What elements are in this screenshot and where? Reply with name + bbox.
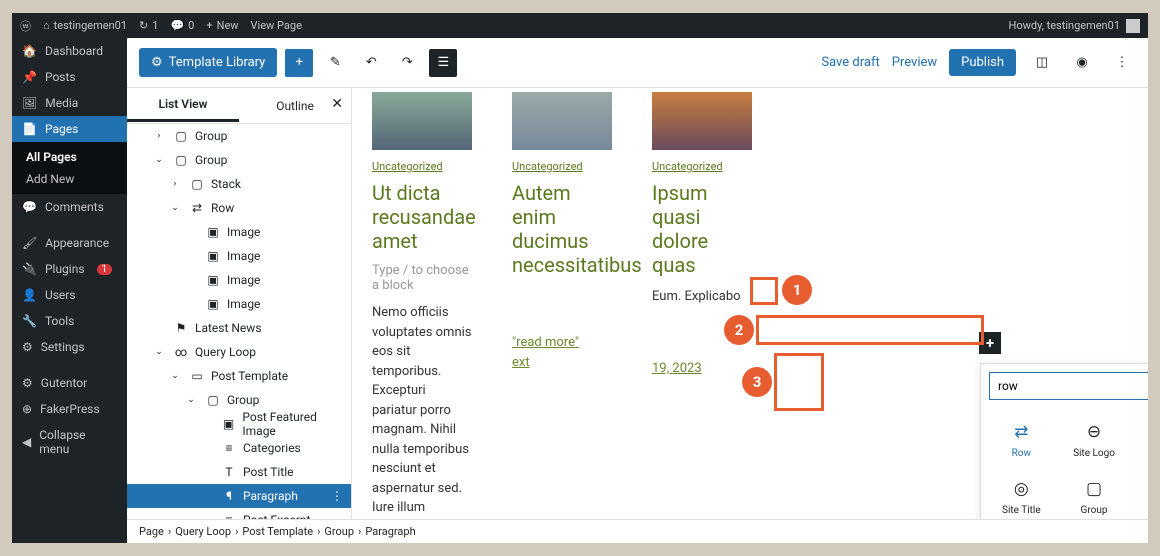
marker-box-3 <box>774 353 824 411</box>
marker-3: 3 <box>742 367 772 397</box>
template-library-button[interactable]: ⚙ Template Library <box>139 48 277 77</box>
post-date[interactable]: 19, 2023 <box>652 361 752 376</box>
featured-image[interactable] <box>372 92 472 150</box>
tree-node-group[interactable]: ›▢Group <box>127 124 351 148</box>
wp-logo-icon[interactable]: ⓦ <box>20 18 31 34</box>
options-icon[interactable]: ⋮ <box>1108 49 1136 77</box>
category-link[interactable]: Uncategorized <box>372 160 472 173</box>
view-page-link[interactable]: View Page <box>251 19 302 32</box>
gutentor-icon[interactable]: ◉ <box>1068 49 1096 77</box>
tree-node-latest-news[interactable]: ⚑Latest News <box>127 316 351 340</box>
post-excerpt: Nemo officiis voluptates omnis eos sit t… <box>372 303 472 537</box>
list-view-toggle[interactable]: ☰ <box>429 49 457 77</box>
sidebar-toggle-icon[interactable]: ◫ <box>1028 49 1056 77</box>
new-link[interactable]: + New <box>206 19 238 32</box>
inserter-item-site-title[interactable]: ◎Site Title <box>985 469 1058 526</box>
breadcrumb-paragraph[interactable]: Paragraph <box>365 525 415 538</box>
tree-node-paragraph[interactable]: ¶Paragraph⋮ <box>127 484 351 508</box>
breadcrumb-page[interactable]: Page <box>139 525 164 538</box>
tree-node-image[interactable]: ▣Image <box>127 292 351 316</box>
post-title[interactable]: Autem enim ducimus necessitatibus <box>512 181 612 277</box>
editor-toolbar: ⚙ Template Library + ✎ ↶ ↷ ☰ Save draft … <box>127 38 1148 88</box>
tree-node-image[interactable]: ▣Image <box>127 220 351 244</box>
sidebar-collapse[interactable]: ◀ Collapse menu <box>12 422 127 462</box>
breadcrumb-post-template[interactable]: Post Template <box>242 525 313 538</box>
undo-button[interactable]: ↶ <box>357 49 385 77</box>
tree-node-group[interactable]: ⌄▢Group <box>127 388 351 412</box>
edit-mode-button[interactable]: ✎ <box>321 49 349 77</box>
breadcrumb-query-loop[interactable]: Query Loop <box>175 525 231 538</box>
sidebar-item-fakerpress[interactable]: ⊕ FakerPress <box>12 396 127 422</box>
inserter-item-table[interactable]: ▦Table <box>1130 412 1148 469</box>
tree-node-post-title[interactable]: TPost Title <box>127 460 351 484</box>
tree-node-image[interactable]: ▣Image <box>127 268 351 292</box>
list-view-panel: List View Outline ✕ ›▢Group⌄▢Group›▢Stac… <box>127 88 352 543</box>
read-more-ext[interactable]: ext <box>512 355 530 370</box>
avatar[interactable] <box>1126 19 1140 33</box>
tree-node-group[interactable]: ⌄▢Group <box>127 148 351 172</box>
add-block-button[interactable]: + <box>285 49 313 77</box>
tree-node-query-loop[interactable]: ⌄∞Query Loop <box>127 340 351 364</box>
post-card: Uncategorized Autem enim ducimus necessi… <box>512 92 612 537</box>
marker-box-1 <box>750 277 778 305</box>
sidebar-item-gutentor[interactable]: ⚙ Gutentor <box>12 370 127 396</box>
sidebar-item-tools[interactable]: 🔧 Tools <box>12 308 127 334</box>
tree-node-row[interactable]: ⌄⇄Row <box>127 196 351 220</box>
comments-link[interactable]: 💬 0 <box>170 19 194 32</box>
howdy-text[interactable]: Howdy, testingemen01 <box>1009 19 1121 32</box>
sidebar-item-settings[interactable]: ⚙ Settings <box>12 334 127 360</box>
block-search-input[interactable] <box>989 372 1148 400</box>
paragraph-placeholder[interactable]: Type / to choose a block <box>372 263 472 293</box>
sidebar-item-pages[interactable]: 📄 Pages <box>12 116 127 142</box>
admin-bar: ⓦ ⌂ testingemen01 ↻ 1 💬 0 + New View Pag… <box>12 13 1148 38</box>
marker-2: 2 <box>724 315 754 345</box>
sidebar-item-plugins[interactable]: 🔌 Plugins1 <box>12 256 127 282</box>
breadcrumb: Page›Query Loop›Post Template›Group›Para… <box>127 519 1148 543</box>
sidebar-item-users[interactable]: 👤 Users <box>12 282 127 308</box>
close-icon[interactable]: ✕ <box>331 96 343 112</box>
tree-node-post-featured-image[interactable]: ▣Post Featured Image <box>127 412 351 436</box>
post-title[interactable]: Ut dicta recusandae amet <box>372 181 472 253</box>
site-link[interactable]: ⌂ testingemen01 <box>43 19 127 32</box>
sidebar-item-comments[interactable]: 💬 Comments <box>12 194 127 220</box>
sidebar-sub-add-new[interactable]: Add New <box>12 168 127 190</box>
post-body: Eum. Explicabo <box>652 287 752 307</box>
redo-button[interactable]: ↷ <box>393 49 421 77</box>
tree-node-categories[interactable]: ≡Categories <box>127 436 351 460</box>
inserter-item-group[interactable]: ▢Group <box>1058 469 1131 526</box>
inserter-item-stack[interactable]: ⊟Stack <box>1130 469 1148 526</box>
save-draft-button[interactable]: Save draft <box>821 55 879 70</box>
tree-node-post-template[interactable]: ⌄▭Post Template <box>127 364 351 388</box>
editor-canvas[interactable]: Uncategorized Ut dicta recusandae amet T… <box>352 88 1148 543</box>
admin-sidebar: 🏠 Dashboard 📌 Posts 🖼 Media 📄 Pages All … <box>12 38 127 543</box>
block-inserter-popover: ✕ ⇄Row⊖Site Logo▦Table◎Site Title▢Group⊟… <box>980 363 1148 531</box>
featured-image[interactable] <box>652 92 752 150</box>
sidebar-item-media[interactable]: 🖼 Media <box>12 90 127 116</box>
inserter-item-row[interactable]: ⇄Row <box>985 412 1058 469</box>
tab-list-view[interactable]: List View <box>127 89 239 122</box>
sidebar-item-appearance[interactable]: 🖌 Appearance <box>12 230 127 256</box>
updates-link[interactable]: ↻ 1 <box>139 19 158 32</box>
sidebar-item-dashboard[interactable]: 🏠 Dashboard <box>12 38 127 64</box>
preview-button[interactable]: Preview <box>892 55 937 70</box>
inserter-item-site-logo[interactable]: ⊖Site Logo <box>1058 412 1131 469</box>
read-more-link[interactable]: "read more" <box>512 335 579 350</box>
marker-box-2 <box>756 315 984 345</box>
tree-node-stack[interactable]: ›▢Stack <box>127 172 351 196</box>
breadcrumb-group[interactable]: Group <box>324 525 354 538</box>
marker-1: 1 <box>782 275 812 305</box>
featured-image[interactable] <box>512 92 612 150</box>
category-link[interactable]: Uncategorized <box>512 160 612 173</box>
sidebar-sub-all-pages[interactable]: All Pages <box>12 146 127 168</box>
publish-button[interactable]: Publish <box>949 49 1016 76</box>
post-card: Uncategorized Ut dicta recusandae amet T… <box>372 92 472 537</box>
tree-node-image[interactable]: ▣Image <box>127 244 351 268</box>
category-link[interactable]: Uncategorized <box>652 160 752 173</box>
sidebar-item-posts[interactable]: 📌 Posts <box>12 64 127 90</box>
post-title[interactable]: Ipsum quasi dolore quas <box>652 181 752 277</box>
